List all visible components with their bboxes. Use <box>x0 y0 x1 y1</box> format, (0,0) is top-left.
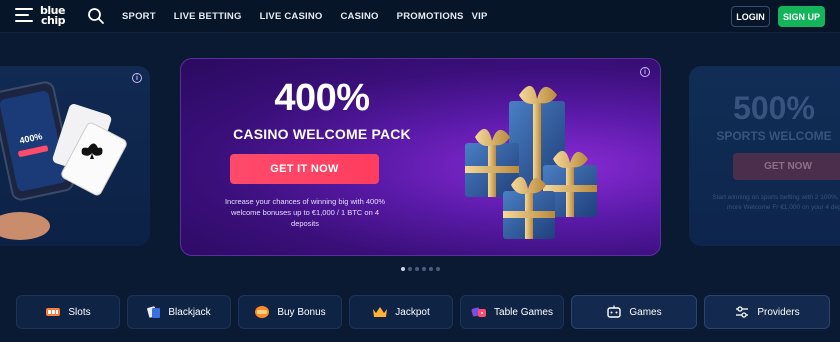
category-label: Providers <box>757 306 800 318</box>
carousel-dot[interactable] <box>422 267 426 271</box>
category-buy-bonus[interactable]: Buy Bonus <box>238 295 342 329</box>
carousel-dot[interactable] <box>401 267 405 271</box>
slots-icon <box>46 308 61 316</box>
nav-sport[interactable]: SPORT <box>122 11 156 22</box>
providers-icon <box>736 306 749 318</box>
logo-line2: chip <box>41 14 66 27</box>
category-games[interactable]: Games <box>571 295 697 329</box>
carousel-slide-prev[interactable]: 400% i <box>0 66 150 246</box>
category-label: Slots <box>68 306 91 318</box>
category-blackjack[interactable]: Blackjack <box>127 295 231 329</box>
info-icon[interactable]: i <box>640 67 650 77</box>
category-providers[interactable]: Providers <box>704 295 830 329</box>
buy-bonus-icon <box>255 306 270 318</box>
category-label: Table Games <box>494 306 553 318</box>
category-label: Jackpot <box>395 306 430 318</box>
category-jackpot[interactable]: Jackpot <box>349 295 453 329</box>
category-label: Blackjack <box>168 306 211 318</box>
carousel-slide-next[interactable]: 500% SPORTS WELCOME GET NOW Start winnin… <box>689 66 840 246</box>
blackjack-icon <box>147 306 161 318</box>
search-icon[interactable] <box>87 7 105 25</box>
get-now-button[interactable]: GET NOW <box>733 153 840 180</box>
carousel-pagination <box>401 267 440 271</box>
category-bar: Slots Blackjack Buy Bonus Jackpot Table … <box>16 295 830 329</box>
info-icon[interactable]: i <box>132 73 142 83</box>
get-it-now-button[interactable]: GET IT NOW <box>230 154 379 184</box>
carousel-slide-active[interactable]: i 400% CASINO WELCOME PACK GET IT NOW In… <box>180 58 661 256</box>
category-table-games[interactable]: Table Games <box>460 295 564 329</box>
carousel-dot[interactable] <box>436 267 440 271</box>
category-label: Buy Bonus <box>277 306 326 318</box>
category-slots[interactable]: Slots <box>16 295 120 329</box>
nav-vip[interactable]: VIP <box>472 11 488 22</box>
promo-title: 400% <box>274 77 370 119</box>
main-nav: SPORT LIVE BETTING LIVE CASINO CASINO PR… <box>122 0 488 33</box>
phone-cards-illustration: 400% <box>0 81 127 240</box>
nav-promotions[interactable]: PROMOTIONS <box>397 11 464 22</box>
games-icon <box>607 305 622 318</box>
promo-subtitle: CASINO WELCOME PACK <box>233 126 411 142</box>
nav-casino[interactable]: CASINO <box>341 11 379 22</box>
carousel-dot[interactable] <box>429 267 433 271</box>
table-games-icon <box>471 307 487 317</box>
next-promo-title: 500% <box>733 90 815 126</box>
next-promo-description: Start winning on sports betting with 2 1… <box>712 194 840 211</box>
nav-live-casino[interactable]: LIVE CASINO <box>260 11 323 22</box>
promo-description: Increase your chances of winning big wit… <box>224 197 386 228</box>
logo[interactable]: blue chip <box>40 5 66 27</box>
gift-boxes-illustration <box>465 85 597 239</box>
nav-live-betting[interactable]: LIVE BETTING <box>174 11 242 22</box>
category-label: Games <box>629 306 662 318</box>
carousel-dot[interactable] <box>408 267 412 271</box>
top-header: blue chip SPORT LIVE BETTING LIVE CASINO… <box>0 0 840 33</box>
menu-icon[interactable] <box>15 8 33 24</box>
signup-button[interactable]: SIGN UP <box>778 6 825 27</box>
login-button[interactable]: LOGIN <box>731 6 770 27</box>
jackpot-icon <box>373 307 388 317</box>
next-promo-subtitle: SPORTS WELCOME <box>716 129 832 143</box>
carousel-dot[interactable] <box>415 267 419 271</box>
